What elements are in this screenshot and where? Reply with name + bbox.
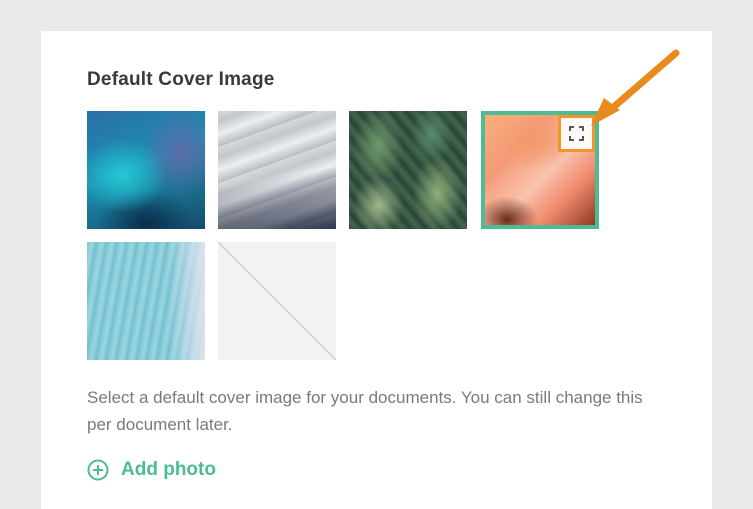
add-photo-button[interactable]: Add photo [87, 457, 216, 483]
add-photo-label: Add photo [121, 459, 216, 480]
cover-image-orange-canyon[interactable] [481, 111, 599, 229]
cover-image-green-hosta-leaves[interactable] [349, 111, 467, 229]
cover-image-none[interactable] [218, 242, 336, 360]
plus-circle-icon [87, 459, 109, 481]
cover-image-settings-card: Default Cover Image Select a default cov… [41, 31, 712, 509]
cover-image-grey-sand-dunes[interactable] [218, 111, 336, 229]
expand-icon [569, 126, 584, 141]
section-title: Default Cover Image [87, 69, 275, 90]
cover-image-turquoise-water[interactable] [87, 242, 205, 360]
cover-image-description: Select a default cover image for your do… [87, 388, 643, 434]
expand-image-button[interactable] [558, 115, 595, 152]
cover-image-blue-aurora-blur[interactable] [87, 111, 205, 229]
no-image-slash-icon [218, 242, 336, 360]
